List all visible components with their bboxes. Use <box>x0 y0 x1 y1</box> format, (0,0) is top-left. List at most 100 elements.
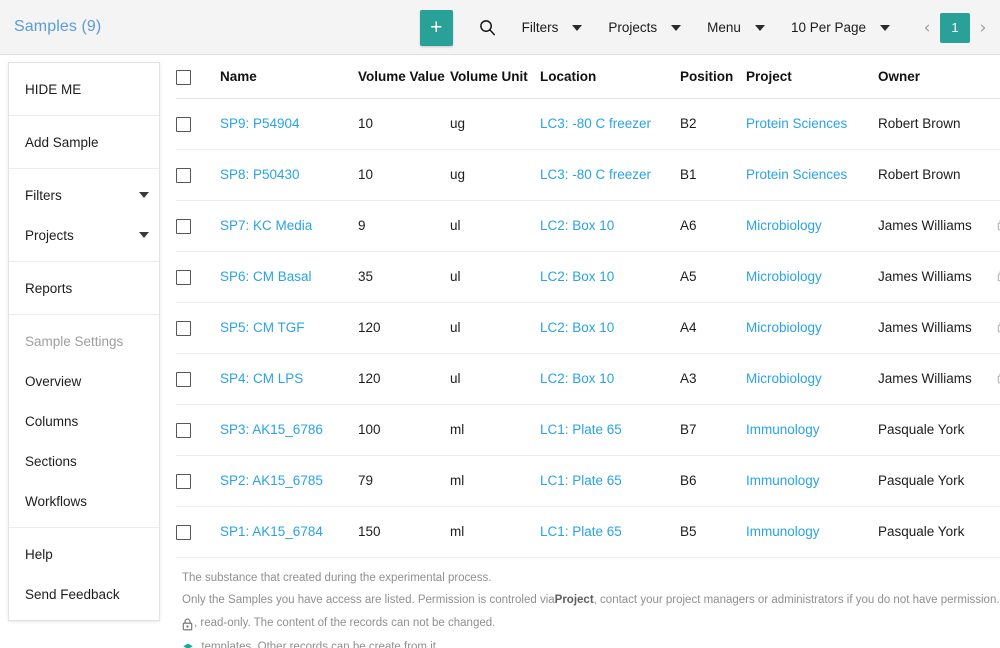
table-row[interactable]: SP4: CM LPS120ulLC2: Box 10A3Microbiolog… <box>176 353 1000 404</box>
cell-owner: James Williams <box>878 302 986 353</box>
location-link[interactable]: LC1: Plate 65 <box>540 524 622 539</box>
prev-page-button[interactable]: ‹ <box>916 13 938 43</box>
cell-project: Microbiology <box>746 251 878 302</box>
row-checkbox[interactable] <box>176 525 191 540</box>
row-checkbox[interactable] <box>176 372 191 387</box>
chevron-down-icon <box>139 232 149 238</box>
table-row[interactable]: SP7: KC Media9ulLC2: Box 10A6Microbiolog… <box>176 200 1000 251</box>
column-header-project[interactable]: Project <box>746 55 878 98</box>
row-checkbox[interactable] <box>176 321 191 336</box>
filters-dropdown[interactable]: Filters <box>522 20 583 35</box>
row-checkbox[interactable] <box>176 474 191 489</box>
select-all-checkbox[interactable] <box>176 70 191 85</box>
table-row[interactable]: SP6: CM Basal35ulLC2: Box 10A5Microbiolo… <box>176 251 1000 302</box>
cell-location: LC2: Box 10 <box>540 353 680 404</box>
row-checkbox[interactable] <box>176 219 191 234</box>
project-link[interactable]: Immunology <box>746 422 820 437</box>
location-link[interactable]: LC1: Plate 65 <box>540 422 622 437</box>
samples-table: Name Volume Value Volume Unit Location P… <box>176 55 1000 558</box>
footnote-permission-pre: Only the Samples you have access are lis… <box>182 595 555 607</box>
row-checkbox[interactable] <box>176 270 191 285</box>
location-link[interactable]: LC1: Plate 65 <box>540 473 622 488</box>
sidebar-group: HIDE ME <box>9 63 159 116</box>
cell-project: Immunology <box>746 455 878 506</box>
sidebar-item-help[interactable]: Help <box>9 534 159 574</box>
sample-name-link[interactable]: SP9: P54904 <box>220 116 300 131</box>
project-link[interactable]: Microbiology <box>746 218 822 233</box>
sample-name-link[interactable]: SP1: AK15_6784 <box>220 524 323 539</box>
column-header-volume-unit[interactable]: Volume Unit <box>450 55 540 98</box>
row-checkbox[interactable] <box>176 117 191 132</box>
sample-name-link[interactable]: SP4: CM LPS <box>220 371 303 386</box>
table-row[interactable]: SP8: P5043010ugLC3: -80 C freezerB1Prote… <box>176 149 1000 200</box>
cell-name: SP9: P54904 <box>220 98 358 149</box>
sidebar-item-projects[interactable]: Projects <box>9 215 159 255</box>
cell-volume-unit: ml <box>450 455 540 506</box>
sidebar-item-hide-me[interactable]: HIDE ME <box>9 69 159 109</box>
page-title[interactable]: Samples (9) <box>14 18 101 36</box>
location-link[interactable]: LC3: -80 C freezer <box>540 116 651 131</box>
sample-name-link[interactable]: SP2: AK15_6785 <box>220 473 323 488</box>
table-row[interactable]: SP9: P5490410ugLC3: -80 C freezerB2Prote… <box>176 98 1000 149</box>
cell-volume-value: 10 <box>358 149 450 200</box>
chevron-down-icon <box>880 25 890 31</box>
project-link[interactable]: Microbiology <box>746 371 822 386</box>
sidebar-column: HIDE ME Add Sample Filters Projects Reports S… <box>0 55 170 648</box>
search-button[interactable] <box>479 15 496 41</box>
sidebar-item-send-feedback[interactable]: Send Feedback <box>9 574 159 614</box>
projects-label: Projects <box>608 20 657 35</box>
table-row[interactable]: SP5: CM TGF120ulLC2: Box 10A4Microbiolog… <box>176 302 1000 353</box>
page-body: HIDE ME Add Sample Filters Projects Reports S… <box>0 55 1000 648</box>
table-row[interactable]: SP1: AK15_6784150mlLC1: Plate 65B5Immuno… <box>176 506 1000 557</box>
column-header-position[interactable]: Position <box>680 55 746 98</box>
location-link[interactable]: LC3: -80 C freezer <box>540 167 651 182</box>
per-page-dropdown[interactable]: 10 Per Page <box>791 20 890 35</box>
next-page-button[interactable]: › <box>972 13 994 43</box>
cell-volume-value: 150 <box>358 506 450 557</box>
column-header-owner[interactable]: Owner <box>878 55 986 98</box>
project-link[interactable]: Microbiology <box>746 320 822 335</box>
project-link[interactable]: Immunology <box>746 473 820 488</box>
project-link[interactable]: Protein Sciences <box>746 167 847 182</box>
column-header-volume-value[interactable]: Volume Value <box>358 55 450 98</box>
column-header-location[interactable]: Location <box>540 55 680 98</box>
sample-name-link[interactable]: SP6: CM Basal <box>220 269 312 284</box>
sidebar-item-label: Filters <box>25 188 62 203</box>
sidebar-item-sections[interactable]: Sections <box>9 441 159 481</box>
projects-dropdown[interactable]: Projects <box>608 20 681 35</box>
table-row[interactable]: SP2: AK15_678579mlLC1: Plate 65B6Immunol… <box>176 455 1000 506</box>
cell-readonly-flag <box>986 302 1000 353</box>
sidebar-item-workflows[interactable]: Workflows <box>9 481 159 521</box>
sidebar-item-add-sample[interactable]: Add Sample <box>9 122 159 162</box>
sample-name-link[interactable]: SP8: P50430 <box>220 167 300 182</box>
top-toolbar: Samples (9) + Filters Projects Menu 10 P… <box>0 0 1000 55</box>
sample-name-link[interactable]: SP7: KC Media <box>220 218 312 233</box>
cell-name: SP1: AK15_6784 <box>220 506 358 557</box>
location-link[interactable]: LC2: Box 10 <box>540 218 614 233</box>
project-link[interactable]: Immunology <box>746 524 820 539</box>
cell-volume-value: 35 <box>358 251 450 302</box>
cell-project: Microbiology <box>746 353 878 404</box>
sidebar-item-filters[interactable]: Filters <box>9 175 159 215</box>
sidebar-item-overview[interactable]: Overview <box>9 361 159 401</box>
cell-project: Protein Sciences <box>746 149 878 200</box>
sample-name-link[interactable]: SP3: AK15_6786 <box>220 422 323 437</box>
cell-position: A4 <box>680 302 746 353</box>
page-number-1[interactable]: 1 <box>940 13 970 43</box>
location-link[interactable]: LC2: Box 10 <box>540 269 614 284</box>
table-row[interactable]: SP3: AK15_6786100mlLC1: Plate 65B7Immuno… <box>176 404 1000 455</box>
project-link[interactable]: Microbiology <box>746 269 822 284</box>
add-sample-button[interactable]: + <box>420 10 453 46</box>
row-select-cell <box>176 353 220 404</box>
cell-position: B1 <box>680 149 746 200</box>
menu-dropdown[interactable]: Menu <box>707 20 765 35</box>
sidebar-item-columns[interactable]: Columns <box>9 401 159 441</box>
project-link[interactable]: Protein Sciences <box>746 116 847 131</box>
row-checkbox[interactable] <box>176 423 191 438</box>
column-header-name[interactable]: Name <box>220 55 358 98</box>
row-checkbox[interactable] <box>176 168 191 183</box>
sample-name-link[interactable]: SP5: CM TGF <box>220 320 305 335</box>
location-link[interactable]: LC2: Box 10 <box>540 371 614 386</box>
location-link[interactable]: LC2: Box 10 <box>540 320 614 335</box>
sidebar-item-reports[interactable]: Reports <box>9 268 159 308</box>
